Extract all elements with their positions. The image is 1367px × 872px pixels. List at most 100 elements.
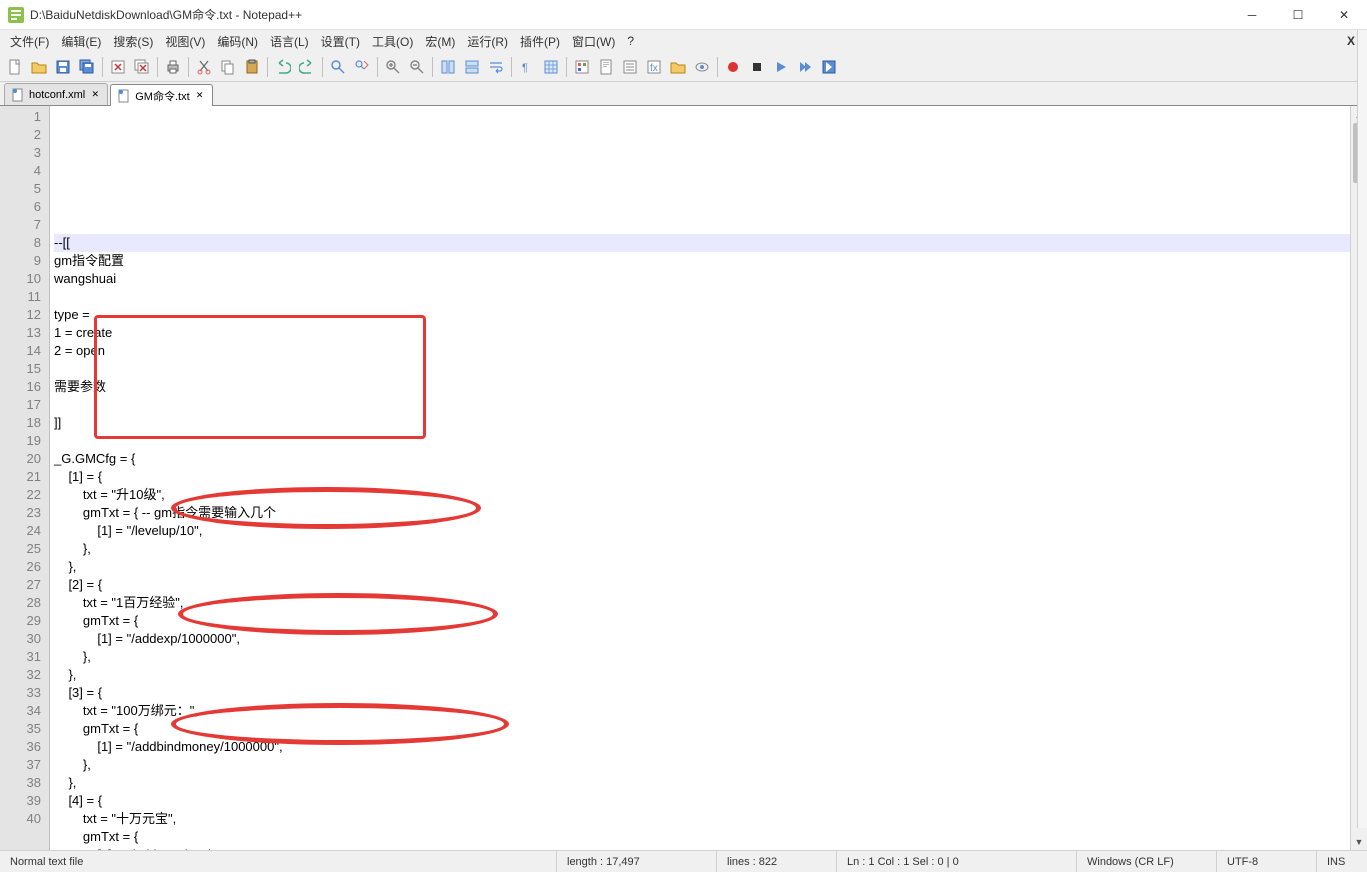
title-bar: D:\BaiduNetdiskDownload\GM命令.txt - Notep… (0, 0, 1367, 30)
code-line[interactable]: txt = "十万元宝", (54, 810, 1350, 828)
close-all-icon[interactable] (131, 56, 153, 78)
tab-gm-cmd[interactable]: GM命令.txt ✕ (110, 84, 212, 106)
code-line[interactable]: [1] = "/addyuanbao/100000", (54, 846, 1350, 850)
status-encoding: UTF-8 (1217, 851, 1317, 872)
code-line[interactable]: 2 = open (54, 342, 1350, 360)
stop-macro-icon[interactable] (746, 56, 768, 78)
close-icon[interactable] (107, 56, 129, 78)
monitor-icon[interactable] (691, 56, 713, 78)
doc-map-icon[interactable] (595, 56, 617, 78)
indent-guide-icon[interactable] (540, 56, 562, 78)
code-line[interactable]: txt = "升10级", (54, 486, 1350, 504)
record-macro-icon[interactable] (722, 56, 744, 78)
menu-plugins[interactable]: 插件(P) (514, 31, 566, 52)
print-icon[interactable] (162, 56, 184, 78)
code-line[interactable] (54, 432, 1350, 450)
sync-h-icon[interactable] (461, 56, 483, 78)
code-line[interactable]: [1] = "/levelup/10", (54, 522, 1350, 540)
code-line[interactable]: gm指令配置 (54, 252, 1350, 270)
code-area[interactable]: --[[gm指令配置wangshuai type =1 = create2 = … (50, 106, 1350, 850)
status-position: Ln : 1 Col : 1 Sel : 0 | 0 (837, 851, 1077, 872)
zoom-in-icon[interactable] (382, 56, 404, 78)
code-line[interactable]: [2] = { (54, 576, 1350, 594)
code-line[interactable] (54, 360, 1350, 378)
status-lines: lines : 822 (717, 851, 837, 872)
undo-icon[interactable] (272, 56, 294, 78)
code-line[interactable]: txt = "100万绑元：", (54, 702, 1350, 720)
menu-encoding[interactable]: 编码(N) (211, 31, 264, 52)
code-line[interactable]: gmTxt = { -- gm指令需要输入几个 (54, 504, 1350, 522)
menu-run[interactable]: 运行(R) (461, 31, 514, 52)
code-line[interactable]: gmTxt = { (54, 612, 1350, 630)
folder-workspace-icon[interactable] (667, 56, 689, 78)
scroll-down-icon[interactable]: ▼ (1351, 833, 1367, 850)
save-macro-icon[interactable] (818, 56, 840, 78)
redo-icon[interactable] (296, 56, 318, 78)
play-macro-icon[interactable] (770, 56, 792, 78)
cut-icon[interactable] (193, 56, 215, 78)
replace-icon[interactable] (351, 56, 373, 78)
open-file-icon[interactable] (28, 56, 50, 78)
show-all-chars-icon[interactable]: ¶ (516, 56, 538, 78)
code-line[interactable]: [1] = "/addbindmoney/1000000", (54, 738, 1350, 756)
play-multi-icon[interactable] (794, 56, 816, 78)
menu-edit[interactable]: 编辑(E) (55, 31, 107, 52)
wrap-icon[interactable] (485, 56, 507, 78)
code-line[interactable]: 需要参数 (54, 378, 1350, 396)
menu-search[interactable]: 搜索(S) (107, 31, 159, 52)
menu-language[interactable]: 语言(L) (264, 31, 315, 52)
file-icon (117, 89, 131, 103)
code-line[interactable]: [1] = "/addexp/1000000", (54, 630, 1350, 648)
save-icon[interactable] (52, 56, 74, 78)
status-length: length : 17,497 (557, 851, 717, 872)
code-line[interactable]: [3] = { (54, 684, 1350, 702)
app-icon (8, 7, 24, 23)
code-line[interactable]: }, (54, 558, 1350, 576)
code-line[interactable]: }, (54, 540, 1350, 558)
code-line[interactable]: [1] = { (54, 468, 1350, 486)
tab-close-icon[interactable]: ✕ (194, 90, 206, 102)
menu-macro[interactable]: 宏(M) (419, 31, 461, 52)
code-line[interactable]: txt = "1百万经验", (54, 594, 1350, 612)
menu-settings[interactable]: 设置(T) (315, 31, 366, 52)
code-line[interactable]: [4] = { (54, 792, 1350, 810)
line-number-gutter: 1234567891011121314151617181920212223242… (0, 106, 50, 850)
editor[interactable]: 1234567891011121314151617181920212223242… (0, 106, 1367, 850)
code-line[interactable]: type = (54, 306, 1350, 324)
code-line[interactable] (54, 396, 1350, 414)
tab-hotconf[interactable]: hotconf.xml ✕ (4, 83, 108, 105)
code-line[interactable]: _G.GMCfg = { (54, 450, 1350, 468)
tab-close-icon[interactable]: ✕ (89, 89, 101, 101)
code-line[interactable]: --[[ (54, 234, 1350, 252)
maximize-button[interactable]: ☐ (1275, 0, 1321, 29)
code-line[interactable]: }, (54, 774, 1350, 792)
menu-tools[interactable]: 工具(O) (366, 31, 419, 52)
find-icon[interactable] (327, 56, 349, 78)
code-line[interactable]: gmTxt = { (54, 720, 1350, 738)
menu-view[interactable]: 视图(V) (159, 31, 211, 52)
doc-list-icon[interactable] (619, 56, 641, 78)
paste-icon[interactable] (241, 56, 263, 78)
code-line[interactable]: }, (54, 648, 1350, 666)
code-line[interactable]: ]] (54, 414, 1350, 432)
right-dock-strip (1357, 30, 1367, 828)
code-line[interactable]: }, (54, 756, 1350, 774)
close-button[interactable]: ✕ (1321, 0, 1367, 29)
minimize-button[interactable]: ─ (1229, 0, 1275, 29)
sync-v-icon[interactable] (437, 56, 459, 78)
svg-text:fx: fx (650, 63, 658, 74)
udl-icon[interactable] (571, 56, 593, 78)
func-list-icon[interactable]: fx (643, 56, 665, 78)
save-all-icon[interactable] (76, 56, 98, 78)
zoom-out-icon[interactable] (406, 56, 428, 78)
code-line[interactable]: 1 = create (54, 324, 1350, 342)
code-line[interactable]: wangshuai (54, 270, 1350, 288)
code-line[interactable] (54, 288, 1350, 306)
menu-file[interactable]: 文件(F) (4, 31, 55, 52)
menu-window[interactable]: 窗口(W) (566, 31, 621, 52)
menu-help[interactable]: ? (621, 32, 640, 50)
code-line[interactable]: gmTxt = { (54, 828, 1350, 846)
new-file-icon[interactable] (4, 56, 26, 78)
code-line[interactable]: }, (54, 666, 1350, 684)
copy-icon[interactable] (217, 56, 239, 78)
